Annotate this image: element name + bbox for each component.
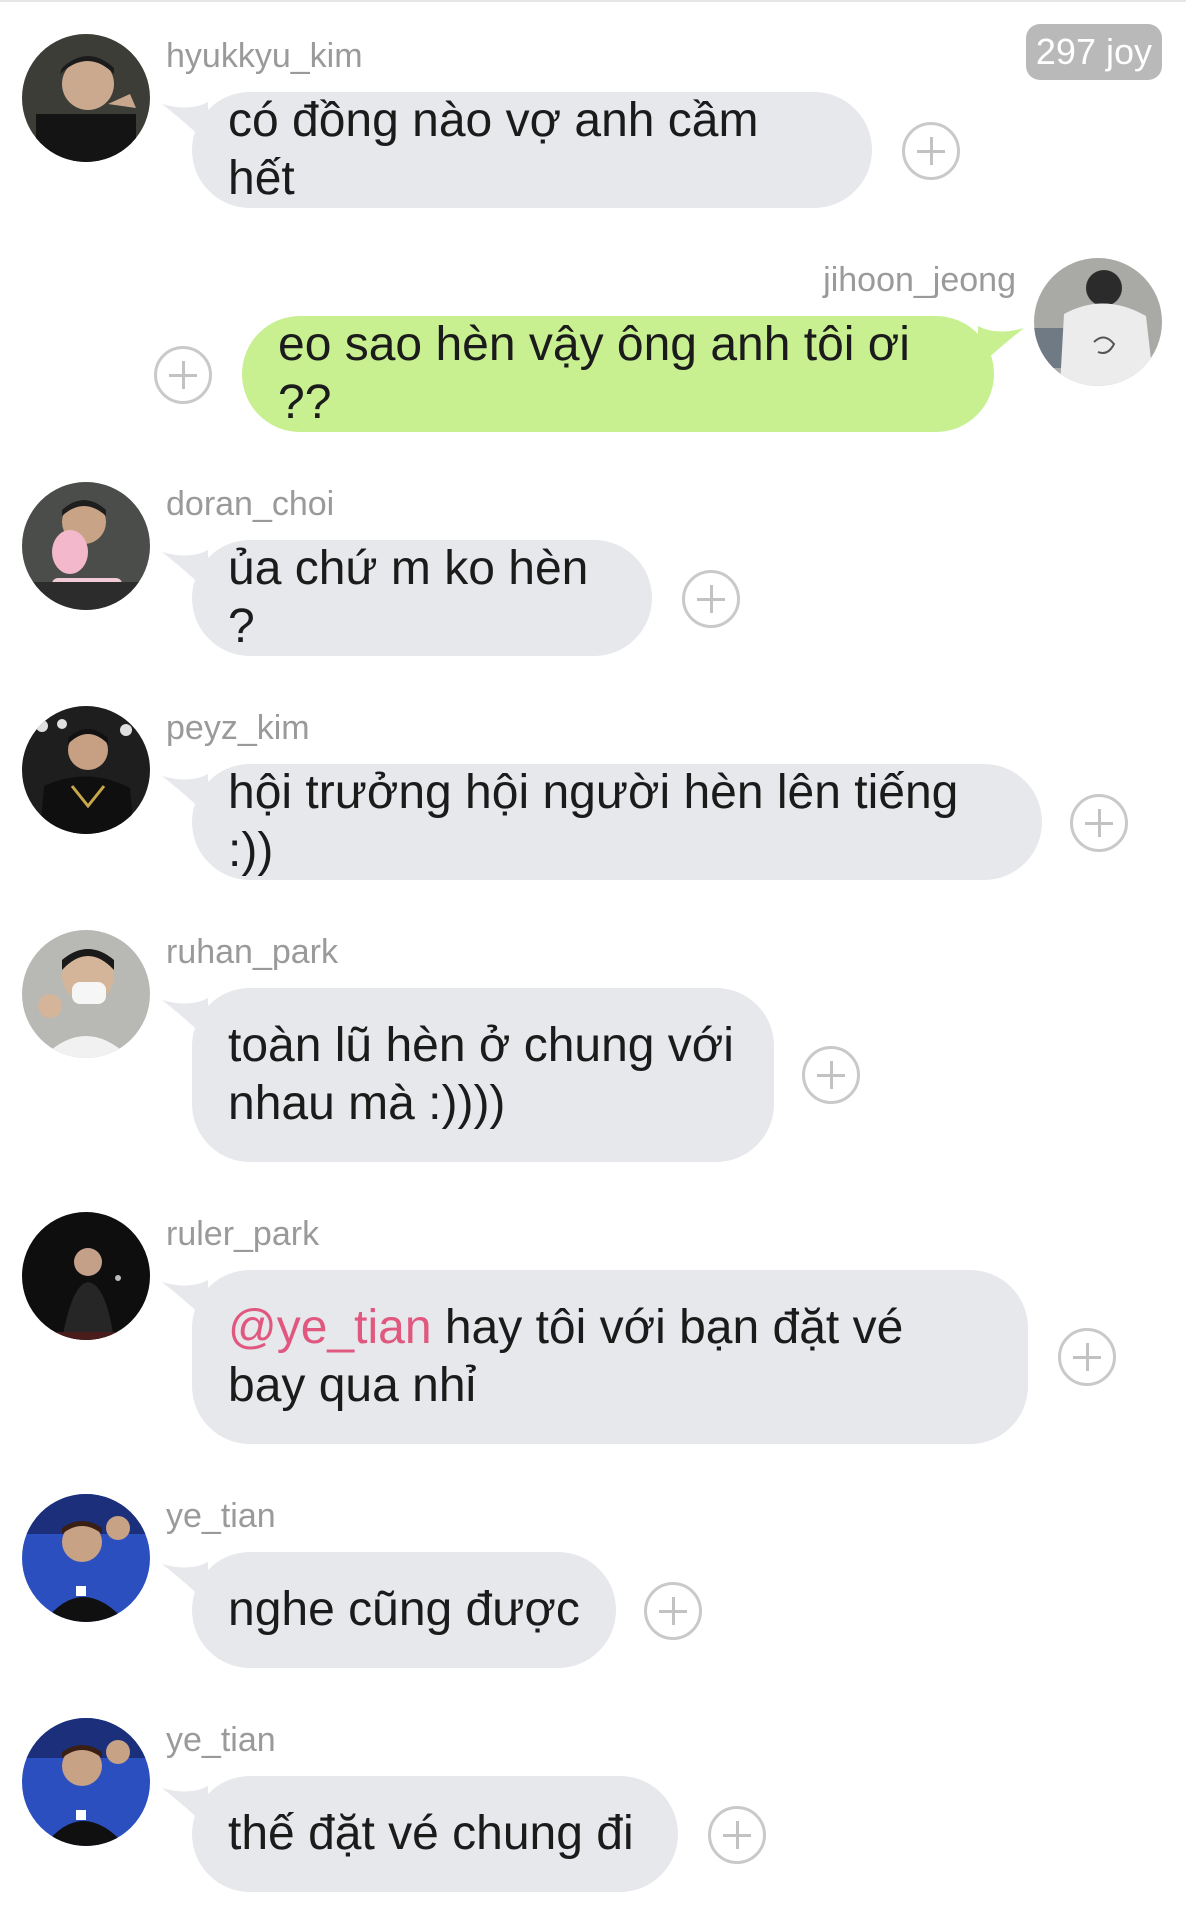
avatar[interactable] [1034, 258, 1162, 386]
message-bubble[interactable]: eo sao hèn vậy ông anh tôi ơi ?? [242, 316, 994, 432]
message-bubble[interactable]: nghe cũng được [192, 1552, 616, 1668]
message-bubble[interactable]: toàn lũ hèn ở chung với nhau mà :)))) [192, 988, 774, 1162]
avatar[interactable] [22, 706, 150, 834]
message-text: có đồng nào vợ anh cầm hết [228, 94, 759, 205]
message-text: toàn lũ hèn ở chung với nhau mà :)))) [228, 1019, 734, 1130]
avatar[interactable] [22, 1494, 150, 1622]
add-reaction-button[interactable] [682, 570, 740, 628]
top-divider [0, 0, 1186, 2]
add-reaction-button[interactable] [644, 1582, 702, 1640]
username: hyukkyu_kim [166, 37, 363, 75]
avatar[interactable] [22, 34, 150, 162]
avatar[interactable] [22, 1718, 150, 1846]
add-reaction-button[interactable] [1058, 1328, 1116, 1386]
username: ruler_park [166, 1215, 320, 1253]
message-bubble[interactable]: @ye_tian hay tôi với bạn đặt vé bay qua … [192, 1270, 1028, 1444]
count-badge: 297 joy [1025, 24, 1162, 80]
add-reaction-button[interactable] [708, 1806, 766, 1864]
message-bubble[interactable]: có đồng nào vợ anh cầm hết [192, 92, 872, 208]
username: doran_choi [166, 485, 335, 523]
message-text: eo sao hèn vậy ông anh tôi ơi ?? [278, 318, 910, 429]
add-reaction-button[interactable] [154, 346, 212, 404]
avatar[interactable] [22, 930, 150, 1058]
message-text: thế đặt vé chung đi [228, 1807, 634, 1860]
username: ye_tian [166, 1497, 276, 1535]
message-text: nghe cũng được [228, 1583, 580, 1636]
message-text: hội trưởng hội người hèn lên tiếng :)) [228, 766, 959, 877]
add-reaction-button[interactable] [1070, 794, 1128, 852]
message-bubble[interactable]: thế đặt vé chung đi [192, 1776, 678, 1892]
add-reaction-button[interactable] [802, 1046, 860, 1104]
add-reaction-button[interactable] [902, 122, 960, 180]
message-bubble[interactable]: ủa chứ m ko hèn ? [192, 540, 652, 656]
username: ye_tian [166, 1721, 276, 1759]
mention-link[interactable]: @ye_tian [228, 1301, 432, 1354]
message-text: ủa chứ m ko hèn ? [228, 542, 589, 653]
avatar[interactable] [22, 1212, 150, 1340]
username: jihoon_jeong [823, 261, 1016, 299]
username: peyz_kim [166, 709, 310, 747]
message-bubble[interactable]: hội trưởng hội người hèn lên tiếng :)) [192, 764, 1042, 880]
avatar[interactable] [22, 482, 150, 610]
message-text: @ye_tian hay tôi với bạn đặt vé bay qua … [228, 1299, 992, 1415]
username: ruhan_park [166, 933, 339, 971]
